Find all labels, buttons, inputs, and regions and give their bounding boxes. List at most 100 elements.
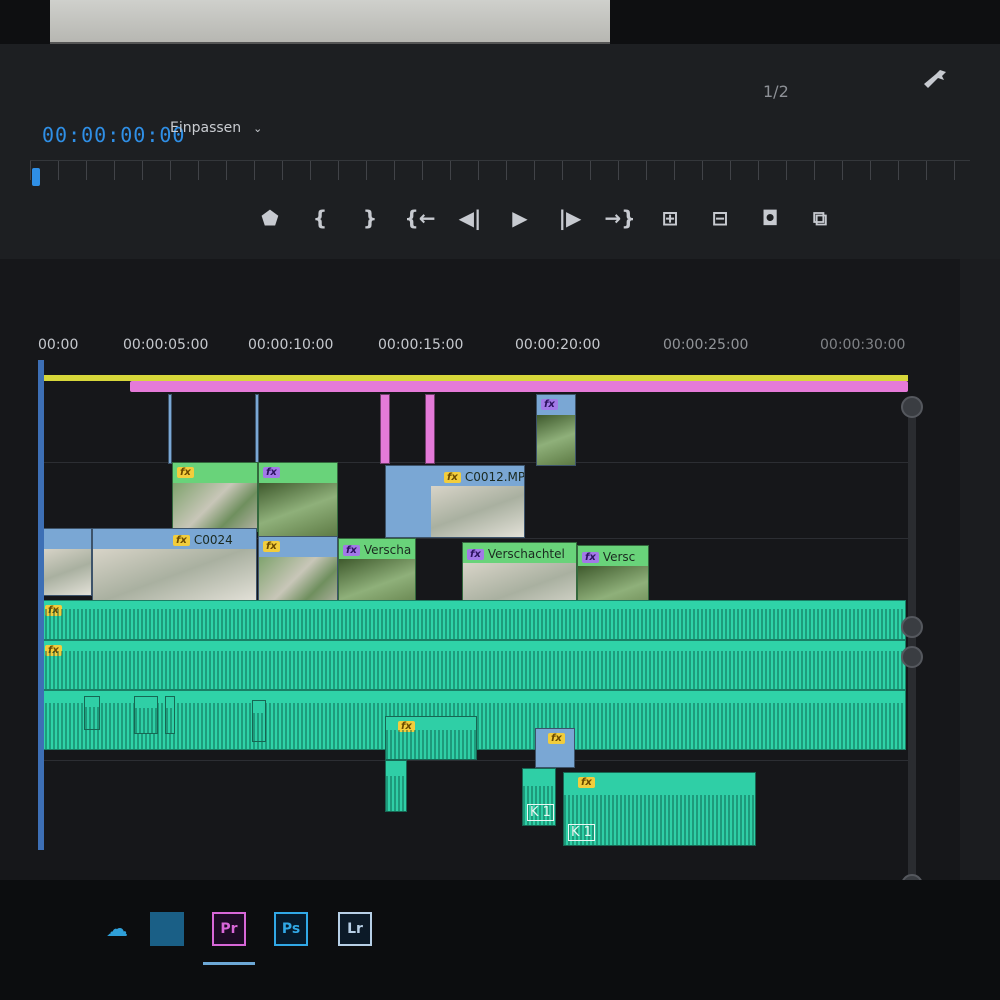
wrench-icon[interactable] xyxy=(920,66,950,90)
nested-clip[interactable]: fx xyxy=(172,462,258,532)
video-clip[interactable]: fx xyxy=(536,394,576,466)
timeline-playhead[interactable] xyxy=(38,360,44,850)
fx-badge: fx xyxy=(578,777,595,788)
monitor-playhead[interactable] xyxy=(32,168,40,186)
premiere-app-icon[interactable]: Pr xyxy=(212,912,246,946)
audio-waveform xyxy=(41,608,905,639)
go-to-in-button[interactable]: {← xyxy=(395,198,445,238)
mark-in-icon: { xyxy=(312,206,328,230)
fit-dropdown-label: Einpassen xyxy=(170,120,242,136)
video-clip[interactable]: fx xyxy=(535,728,575,768)
clip-thumbnail xyxy=(259,483,337,537)
active-app-indicator xyxy=(203,962,255,965)
photoshop-app-icon[interactable]: Ps xyxy=(274,912,308,946)
play-button[interactable]: ▶ xyxy=(495,198,545,238)
ruler-label: 00:00:30:00 xyxy=(820,337,906,353)
fx-badge: fx xyxy=(263,467,280,478)
program-monitor-video xyxy=(50,0,610,44)
lift-icon: ⊞ xyxy=(661,206,679,230)
ruler-label: 00:00:25:00 xyxy=(663,337,749,353)
audio-clip[interactable] xyxy=(252,700,266,742)
compare-icon: ⧉ xyxy=(812,206,828,230)
ruler-label: 00:00 xyxy=(38,337,79,353)
monitor-time-ruler[interactable] xyxy=(30,160,970,180)
playback-resolution-select[interactable]: 1/2 xyxy=(763,82,789,101)
fx-badge: fx xyxy=(177,467,194,478)
clip-name: Versc xyxy=(602,550,636,564)
step-back-button[interactable]: ◀| xyxy=(445,198,495,238)
video-clip[interactable]: fx xyxy=(258,536,338,608)
audio-clip-a1[interactable]: fx xyxy=(40,600,906,640)
vertical-scrollbar[interactable] xyxy=(908,402,916,886)
clip-thumbnail xyxy=(93,549,256,601)
audio-clip-a2[interactable]: fx xyxy=(40,640,906,690)
audio-clip[interactable] xyxy=(134,696,158,734)
timeline-ruler[interactable]: 00:00 00:00:05:00 00:00:10:00 00:00:15:0… xyxy=(38,330,910,360)
step-forward-button[interactable]: |▶ xyxy=(545,198,595,238)
audio-clip-k1-long[interactable]: fx K 1 xyxy=(563,772,756,846)
playhead-timecode[interactable]: 00:00:00:00 xyxy=(42,123,185,147)
fx-badge: fx xyxy=(548,733,565,744)
step-back-icon: ◀| xyxy=(458,206,482,230)
lightroom-app-icon[interactable]: Lr xyxy=(338,912,372,946)
clip-name: C0024 xyxy=(193,533,233,547)
go-to-in-icon: {← xyxy=(404,206,436,230)
mark-out-button[interactable]: } xyxy=(345,198,395,238)
go-to-out-button[interactable]: →} xyxy=(595,198,645,238)
extract-button[interactable]: ⊟ xyxy=(695,198,745,238)
adjustment-clip[interactable] xyxy=(425,394,435,464)
fx-badge: fx xyxy=(263,541,280,552)
audio-waveform xyxy=(41,650,905,689)
ruler-label: 00:00:10:00 xyxy=(248,337,334,353)
chevron-down-icon: ⌄ xyxy=(253,121,263,135)
transport-controls: ⬟ { } {← ◀| ▶ |▶ →} ⊞ ⊟ ◘ ⧉ xyxy=(245,198,885,238)
fx-badge: fx xyxy=(343,544,360,556)
video-clip[interactable] xyxy=(168,394,172,464)
compare-view-button[interactable]: ⧉ xyxy=(795,198,845,238)
export-frame-button[interactable]: ◘ xyxy=(745,198,795,238)
audio-clip[interactable] xyxy=(165,696,175,734)
panel-app-icon[interactable] xyxy=(150,912,184,946)
adjacent-panel xyxy=(960,259,1000,899)
add-marker-button[interactable]: ⬟ xyxy=(245,198,295,238)
video-clip[interactable] xyxy=(40,528,92,596)
lift-button[interactable]: ⊞ xyxy=(645,198,695,238)
video-clip-c0024[interactable]: fx C0024 xyxy=(92,528,257,602)
ruler-label: 00:00:05:00 xyxy=(123,337,209,353)
clip-name: K 1 xyxy=(568,824,595,841)
in-out-range-bar[interactable] xyxy=(130,381,908,392)
track-divider xyxy=(40,760,908,761)
play-icon: ▶ xyxy=(512,206,528,230)
cloud-icon[interactable]: ☁ xyxy=(100,912,134,946)
clip-name: Verschachtel xyxy=(487,547,565,561)
mark-in-button[interactable]: { xyxy=(295,198,345,238)
fx-badge: fx xyxy=(467,548,484,560)
ruler-label: 00:00:15:00 xyxy=(378,337,464,353)
marker-icon: ⬟ xyxy=(261,206,279,230)
clip-name: C0012.MP xyxy=(464,470,525,484)
audio-clip[interactable] xyxy=(385,760,407,812)
audio-clip[interactable]: fx xyxy=(385,716,477,760)
fx-badge: fx xyxy=(444,471,461,483)
clip-name: K 1 xyxy=(527,804,554,821)
fit-dropdown[interactable]: Einpassen ⌄ xyxy=(170,120,262,136)
camera-icon: ◘ xyxy=(761,206,779,230)
go-to-out-icon: →} xyxy=(604,206,636,230)
photoshop-label: Ps xyxy=(281,921,301,937)
scroll-handle[interactable] xyxy=(901,616,923,638)
fx-badge: fx xyxy=(541,399,558,410)
clip-thumbnail xyxy=(41,549,91,595)
video-clip-c0012[interactable]: fx C0012.MP xyxy=(385,465,525,538)
scroll-handle[interactable] xyxy=(901,646,923,668)
audio-clip[interactable] xyxy=(84,696,100,730)
audio-clip-k1[interactable]: K 1 xyxy=(522,768,556,826)
nested-clip[interactable]: fx xyxy=(258,462,338,538)
fx-badge: fx xyxy=(173,534,190,546)
clip-name: Verscha xyxy=(363,543,412,557)
mark-out-icon: } xyxy=(362,206,378,230)
clip-thumbnail xyxy=(537,415,575,465)
adjustment-clip[interactable] xyxy=(380,394,390,464)
video-clip[interactable] xyxy=(255,394,259,464)
step-forward-icon: |▶ xyxy=(558,206,582,230)
scroll-handle[interactable] xyxy=(901,396,923,418)
